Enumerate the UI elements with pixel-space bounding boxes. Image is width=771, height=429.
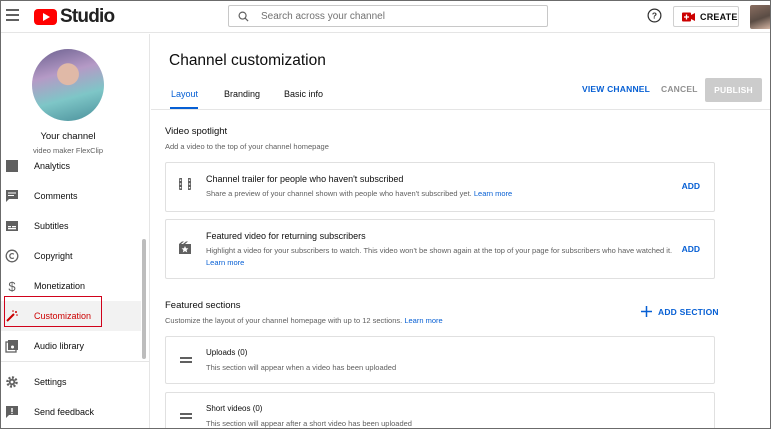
analytics-icon — [6, 160, 18, 172]
add-section-button[interactable]: ADD SECTION — [641, 306, 719, 317]
learn-more-link[interactable]: Learn more — [206, 258, 244, 267]
sidebar-item-label: Audio library — [34, 341, 85, 351]
sidebar-item-label: Subtitles — [34, 221, 69, 231]
subtitles-icon — [6, 221, 18, 231]
copyright-icon — [5, 249, 19, 263]
add-featured-video-button[interactable]: ADD — [682, 244, 700, 254]
comments-icon — [6, 190, 18, 202]
sidebar: Your channel video maker FlexClip Analyt… — [1, 34, 150, 428]
youtube-studio-logo[interactable]: Studio — [34, 6, 115, 27]
channel-trailer-card: Channel trailer for people who haven't s… — [165, 162, 715, 212]
channel-avatar[interactable] — [32, 49, 104, 121]
sidebar-item-subtitles[interactable]: Subtitles — [1, 211, 141, 241]
publish-button[interactable]: PUBLISH — [705, 78, 762, 102]
section-card-short-videos: Short videos (0) This section will appea… — [165, 392, 715, 428]
sidebar-item-label: Settings — [34, 377, 67, 387]
tabs-divider — [151, 109, 770, 110]
sidebar-divider — [1, 361, 149, 362]
cancel-button[interactable]: CANCEL — [661, 84, 698, 94]
sidebar-item-label: Copyright — [34, 251, 73, 261]
sidebar-scrollbar[interactable] — [142, 239, 146, 359]
audio-library-icon — [5, 340, 18, 353]
search-input[interactable] — [261, 10, 521, 22]
video-spotlight-desc: Add a video to the top of your channel h… — [165, 142, 329, 151]
tab-layout[interactable]: Layout — [171, 89, 198, 99]
feedback-icon — [6, 406, 18, 418]
search-icon — [238, 11, 249, 22]
sidebar-item-settings[interactable]: Settings — [1, 367, 141, 397]
featured-sections-title: Featured sections — [165, 300, 241, 311]
search-bar[interactable] — [228, 5, 548, 27]
help-icon[interactable]: ? — [647, 8, 662, 23]
logo-text: Studio — [60, 6, 115, 27]
featured-sections-desc-text: Customize the layout of your channel hom… — [165, 316, 403, 325]
sidebar-item-label: Comments — [34, 191, 78, 201]
customization-highlight-box — [4, 296, 102, 327]
section-short-videos-title: Short videos (0) — [206, 404, 263, 413]
studio-window: Studio ? CREATE Your channel — [0, 0, 771, 429]
dollar-icon: $ — [8, 279, 16, 293]
channel-trailer-desc-text: Share a preview of your channel shown wi… — [206, 189, 472, 198]
sidebar-item-label: Send feedback — [34, 407, 95, 417]
section-uploads-title: Uploads (0) — [206, 348, 248, 357]
learn-more-link[interactable]: Learn more — [404, 316, 442, 325]
sidebar-item-label: Monetization — [34, 281, 86, 291]
section-uploads-desc: This section will appear when a video ha… — [206, 363, 397, 372]
featured-video-title: Featured video for returning subscribers — [206, 231, 366, 241]
featured-video-card: Featured video for returning subscribers… — [165, 219, 715, 279]
channel-trailer-title: Channel trailer for people who haven't s… — [206, 174, 404, 184]
section-card-uploads: Uploads (0) This section will appear whe… — [165, 336, 715, 384]
drag-handle-icon[interactable] — [180, 357, 192, 363]
video-spotlight-title: Video spotlight — [165, 126, 228, 137]
drag-handle-icon[interactable] — [180, 413, 192, 419]
sidebar-item-send-feedback[interactable]: Send feedback — [1, 397, 141, 427]
sidebar-item-label: Analytics — [34, 161, 71, 171]
sidebar-item-comments[interactable]: Comments — [1, 181, 141, 211]
add-trailer-button[interactable]: ADD — [682, 181, 700, 191]
page-title: Channel customization — [169, 52, 326, 69]
sidebar-item-audio-library[interactable]: Audio library — [1, 331, 141, 361]
create-button[interactable]: CREATE — [673, 6, 739, 27]
channel-title: Your channel — [40, 131, 96, 142]
sidebar-item-copyright[interactable]: Copyright — [1, 241, 141, 271]
film-icon — [179, 178, 191, 190]
section-short-videos-desc: This section will appear after a short v… — [206, 419, 412, 428]
svg-text:$: $ — [8, 279, 16, 293]
svg-text:?: ? — [652, 11, 657, 21]
learn-more-link[interactable]: Learn more — [474, 189, 512, 198]
main-content: Channel customization Layout Branding Ba… — [151, 34, 770, 428]
featured-video-desc: Highlight a video for your subscribers t… — [206, 245, 676, 269]
menu-icon[interactable] — [6, 9, 19, 23]
channel-trailer-desc: Share a preview of your channel shown wi… — [206, 188, 676, 200]
tab-branding[interactable]: Branding — [224, 89, 260, 99]
plus-icon — [641, 306, 652, 317]
create-label: CREATE — [700, 11, 738, 22]
gear-icon — [6, 376, 18, 388]
featured-sections-desc: Customize the layout of your channel hom… — [165, 316, 443, 325]
top-bar: Studio ? CREATE — [1, 1, 770, 33]
video-camera-icon — [682, 12, 695, 21]
featured-video-desc-text: Highlight a video for your subscribers t… — [206, 246, 673, 255]
add-section-label: ADD SECTION — [658, 306, 719, 317]
account-avatar[interactable] — [750, 5, 770, 29]
sidebar-item-analytics[interactable]: Analytics — [1, 151, 141, 181]
view-channel-button[interactable]: VIEW CHANNEL — [582, 84, 650, 94]
tab-basic-info[interactable]: Basic info — [284, 89, 323, 99]
featured-video-icon — [179, 241, 191, 254]
youtube-play-icon — [34, 9, 57, 25]
